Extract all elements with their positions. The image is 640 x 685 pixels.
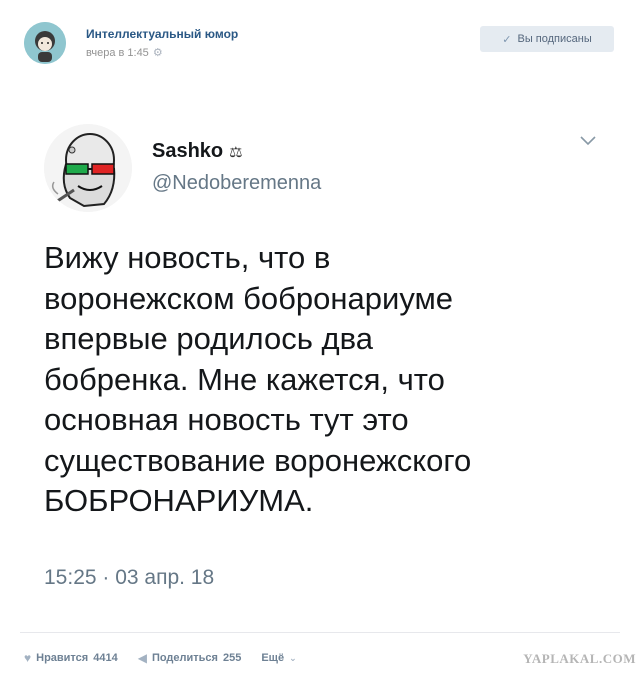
scales-icon: ⚖ — [229, 143, 243, 161]
like-count: 4414 — [93, 652, 118, 664]
subscribed-button-label: Вы подписаны — [517, 33, 592, 45]
tweet-text-line: Вижу новость, что в — [44, 240, 331, 275]
watermark: YAPLAKAL.COM — [523, 651, 636, 666]
tweet-text-line: воронежском бобронариуме — [44, 280, 454, 316]
like-label: Нравится — [36, 652, 89, 664]
tweet-text: Вижу новость, что в воронежском бобронар… — [44, 238, 604, 522]
post-time-text: вчера в 1:45 — [86, 46, 149, 59]
post-header: Интеллектуальный юмор вчера в 1:45 ⚙ ✓ В… — [0, 0, 640, 72]
tweet-display-name: Sashko ⚖ — [152, 140, 243, 163]
more-label: Ещё — [261, 652, 285, 664]
share-label: Поделиться — [151, 652, 218, 664]
tweet-text-line: существование воронежского — [44, 442, 472, 478]
check-icon: ✓ — [502, 33, 512, 46]
tweet-handle: @Nedoberemenna — [152, 172, 322, 194]
chevron-down-icon — [580, 136, 596, 146]
tweet-author-avatar — [44, 124, 132, 212]
chevron-down-icon: ⌄ — [289, 652, 297, 663]
tweet-text-line: впервые родилось два — [44, 321, 373, 356]
gear-icon: ⚙ — [152, 47, 163, 59]
tweet-text-line: бобренка. Мне кажется, что — [44, 361, 445, 397]
heart-icon: ♥ — [24, 651, 32, 665]
post-timestamp: вчера в 1:45 ⚙ — [86, 46, 163, 60]
more-button[interactable]: Ещё ⌄ — [261, 652, 296, 664]
share-button[interactable]: ◀ Поделиться 255 — [138, 651, 242, 665]
subscribed-button[interactable]: ✓ Вы подписаны — [480, 26, 614, 52]
tweet-card: Sashko ⚖ @Nedoberemenna Вижу новость, чт… — [0, 100, 640, 630]
display-name-text: Sashko — [152, 140, 224, 162]
megaphone-icon: ◀ — [137, 651, 147, 665]
group-avatar[interactable] — [24, 22, 66, 64]
tweet-text-line: БОБРОНАРИУМА. — [44, 483, 314, 518]
footer-divider — [20, 632, 620, 633]
share-count: 255 — [222, 652, 242, 664]
tweet-text-line: основная новость тут это — [44, 402, 409, 437]
group-name-link[interactable]: Интеллектуальный юмор — [86, 27, 238, 41]
tweet-date: 15:25 · 03 апр. 18 — [44, 566, 215, 589]
like-button[interactable]: ♥ Нравится 4414 — [24, 651, 118, 665]
group-avatar-image — [24, 22, 66, 64]
avatar-drawing — [44, 124, 132, 212]
